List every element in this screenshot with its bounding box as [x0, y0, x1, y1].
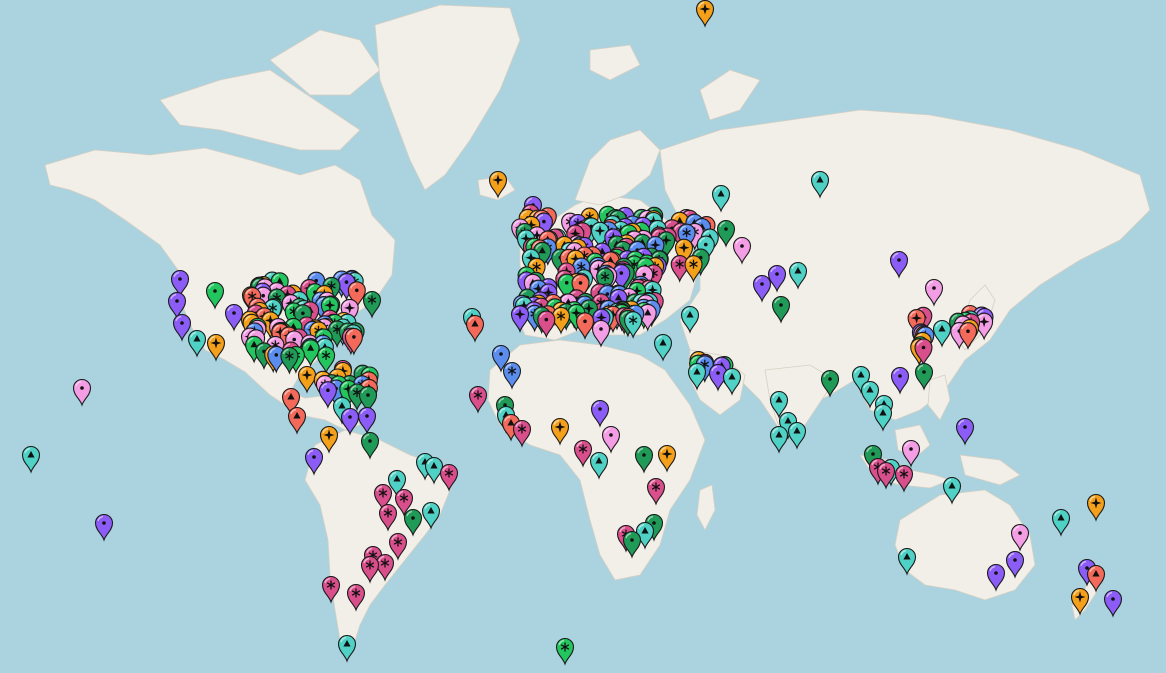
pin-glyph-dot: [326, 388, 330, 392]
pin-glyph-dot: [583, 319, 587, 324]
pin-glyph-dot: [368, 439, 372, 443]
pin-glyph-dot: [1018, 531, 1022, 535]
pin-glyph-dot: [366, 393, 370, 397]
pin-glyph-dot: [411, 516, 415, 520]
pin-glyph-dot: [871, 452, 875, 456]
pin-glyph-dot: [175, 299, 179, 303]
pin-glyph-dot: [724, 227, 728, 231]
pin-glyph-dot: [642, 272, 646, 277]
pin-glyph-dot: [740, 244, 744, 248]
pin-glyph-dot: [642, 453, 646, 457]
pin-glyph-dot: [564, 280, 569, 285]
pin-glyph-dot: [932, 286, 936, 290]
pin-glyph-dot: [704, 242, 708, 247]
map-canvas[interactable]: [0, 0, 1166, 673]
pin-glyph-dot: [213, 289, 217, 293]
pin-glyph-dot: [348, 415, 352, 419]
pin-glyph-dot: [760, 282, 764, 286]
pin-glyph-dot: [630, 538, 634, 542]
pin-glyph-dot: [921, 345, 926, 350]
pin-glyph-dot: [365, 414, 369, 418]
world-map[interactable]: [0, 0, 1166, 673]
pin-glyph-dot: [966, 329, 970, 333]
pin-glyph-dot: [1111, 597, 1115, 601]
pin-glyph-dot: [261, 293, 265, 298]
pin-glyph-dot: [779, 303, 783, 307]
pin-glyph-dot: [544, 317, 549, 322]
pin-glyph-dot: [102, 521, 106, 525]
pin-glyph-dot: [274, 353, 279, 357]
pin-glyph-dot: [598, 407, 602, 411]
pin-glyph-dot: [619, 271, 624, 275]
pin-glyph-dot: [609, 433, 613, 437]
pin-glyph-dot: [994, 571, 998, 575]
pin-glyph-dot: [963, 425, 967, 429]
pin-glyph-dot: [344, 280, 349, 284]
pin-glyph-dot: [312, 455, 316, 459]
pin-glyph-dot: [232, 311, 236, 315]
pin-glyph-dot: [897, 258, 901, 262]
pin-glyph-dot: [1085, 566, 1089, 570]
pin-glyph-dot: [499, 352, 503, 356]
pin-glyph-dot: [180, 321, 184, 325]
pin-glyph-dot: [1013, 558, 1017, 562]
pin-glyph-dot: [301, 311, 305, 316]
pin-glyph-dot: [775, 272, 779, 276]
pin-glyph-dot: [578, 281, 583, 285]
pin-glyph-dot: [292, 337, 296, 342]
pin-glyph-dot: [599, 327, 603, 331]
pin-glyph-dot: [178, 277, 182, 281]
pin-glyph-dot: [355, 288, 359, 293]
pin-glyph-dot: [716, 371, 720, 375]
pin-glyph-dot: [80, 386, 84, 390]
pin-glyph-dot: [828, 377, 832, 381]
pin-glyph-dot: [909, 447, 913, 451]
pin-glyph-dot: [542, 219, 546, 224]
pin-glyph-dot: [352, 335, 356, 339]
pin-glyph-dot: [652, 521, 656, 525]
pin-glyph-dot: [922, 370, 926, 374]
pin-glyph-dot: [898, 374, 902, 378]
